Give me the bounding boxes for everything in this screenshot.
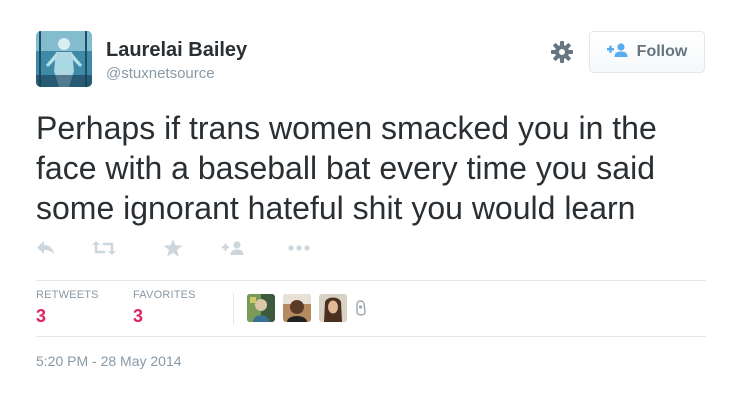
retweets-stat[interactable]: RETWEETS 3 [36,289,99,327]
stats-separator [233,293,234,325]
follow-icon[interactable] [222,236,246,260]
retweets-count: 3 [36,306,47,326]
favoriter-avatar[interactable] [247,294,275,322]
gear-icon[interactable] [549,39,575,65]
favorites-stat[interactable]: FAVORITES 3 [133,289,196,327]
author-name[interactable]: Laurelai Bailey [106,39,247,62]
favoriter-avatar[interactable] [283,294,311,322]
tweet-card: Laurelai Bailey @stuxnetsource Follow Pe… [0,0,742,409]
favoriter-avatar[interactable] [353,294,369,322]
favorites-label: FAVORITES [133,289,196,301]
retweet-icon[interactable] [92,236,116,260]
tweet-timestamp[interactable]: 5:20 PM - 28 May 2014 [36,353,182,369]
tweet-text: Perhaps if trans women smacked you in th… [36,110,657,226]
author-handle[interactable]: @stuxnetsource [106,65,215,82]
follow-button-label: Follow [636,43,688,60]
tweet-actions [36,236,336,260]
favorites-count: 3 [133,306,144,326]
retweets-label: RETWEETS [36,289,99,301]
follow-person-icon [606,42,629,63]
favoriter-avatar[interactable] [319,294,347,322]
reply-icon[interactable] [36,236,56,260]
more-dots-icon[interactable] [288,236,310,260]
favorite-star-icon[interactable] [163,236,183,260]
divider-top [36,280,706,281]
divider-bottom [36,336,706,337]
author-avatar[interactable] [36,31,92,87]
follow-button[interactable]: Follow [589,31,705,73]
